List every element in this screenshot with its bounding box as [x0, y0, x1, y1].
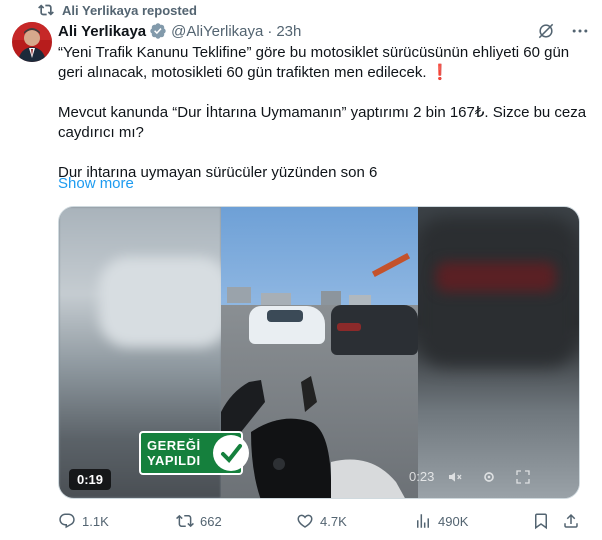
author-name[interactable]: Ali Yerlikaya: [58, 23, 146, 40]
separator-dot: ·: [267, 22, 273, 40]
author-handle[interactable]: @AliYerlikaya: [171, 23, 263, 40]
mute-icon[interactable]: [447, 469, 463, 485]
tweet-header: Ali Yerlikaya @AliYerlikaya · 23h: [58, 20, 590, 42]
share-icon[interactable]: [562, 512, 580, 530]
repost-button[interactable]: 662: [176, 512, 222, 530]
timestamp[interactable]: 23h: [276, 23, 301, 40]
reply-icon: [59, 513, 75, 529]
views-chart-icon: [417, 514, 429, 528]
tweet-text: “Yeni Trafik Kanunu Teklifine” göre bu m…: [58, 43, 588, 183]
checkmark-icon: [213, 435, 249, 471]
video-frame: [221, 207, 418, 498]
show-more-link[interactable]: Show more: [58, 175, 134, 192]
repost-indicator[interactable]: Ali Yerlikaya reposted: [38, 0, 197, 20]
like-button[interactable]: 4.7K: [296, 512, 347, 530]
action-bar: 1.1K 662 4.7K 490K: [58, 510, 580, 532]
video-timer: 0:19: [69, 469, 112, 490]
video-overlay-time: 0:23: [409, 469, 435, 484]
repost-icon: [38, 4, 54, 16]
grok-icon[interactable]: [536, 21, 556, 41]
avatar[interactable]: [12, 22, 52, 62]
like-count: 4.7K: [320, 513, 347, 529]
badge-line1: GEREĞİ: [147, 438, 201, 453]
reply-count: 1.1K: [82, 513, 109, 529]
tweet-line: Mevcut kanunda “Dur İhtarına Uymamanın” …: [58, 104, 587, 121]
bookmark-icon[interactable]: [532, 512, 550, 530]
reply-button[interactable]: 1.1K: [58, 512, 109, 530]
views-button[interactable]: 490K: [414, 512, 468, 530]
more-options-icon[interactable]: [570, 21, 590, 41]
heart-icon: [297, 514, 313, 528]
fullscreen-icon[interactable]: [515, 469, 531, 485]
badge-line2: YAPILDI: [147, 453, 201, 468]
tweet-line: Dur ihtarına uymayan sürücüler yüzünden …: [58, 164, 378, 181]
tweet-line: “Yeni Trafik Kanunu Teklifine” göre bu m…: [58, 44, 570, 61]
video-blur-right: [416, 207, 579, 498]
gereği-yapıldı-badge: GEREĞİ YAPILDI: [139, 431, 249, 475]
repost-icon: [176, 514, 194, 528]
tweet-line: caydırıcı mı?: [58, 124, 144, 141]
repost-label: Ali Yerlikaya reposted: [62, 2, 197, 18]
video-player[interactable]: GEREĞİ YAPILDI 0:19 0:23: [58, 206, 580, 499]
repost-count: 662: [200, 513, 222, 529]
views-count: 490K: [438, 513, 469, 529]
tweet-line: geri alınacak, motosikleti 60 gün trafik…: [58, 64, 450, 81]
verified-badge-icon: [150, 23, 166, 39]
settings-icon[interactable]: [481, 469, 497, 485]
